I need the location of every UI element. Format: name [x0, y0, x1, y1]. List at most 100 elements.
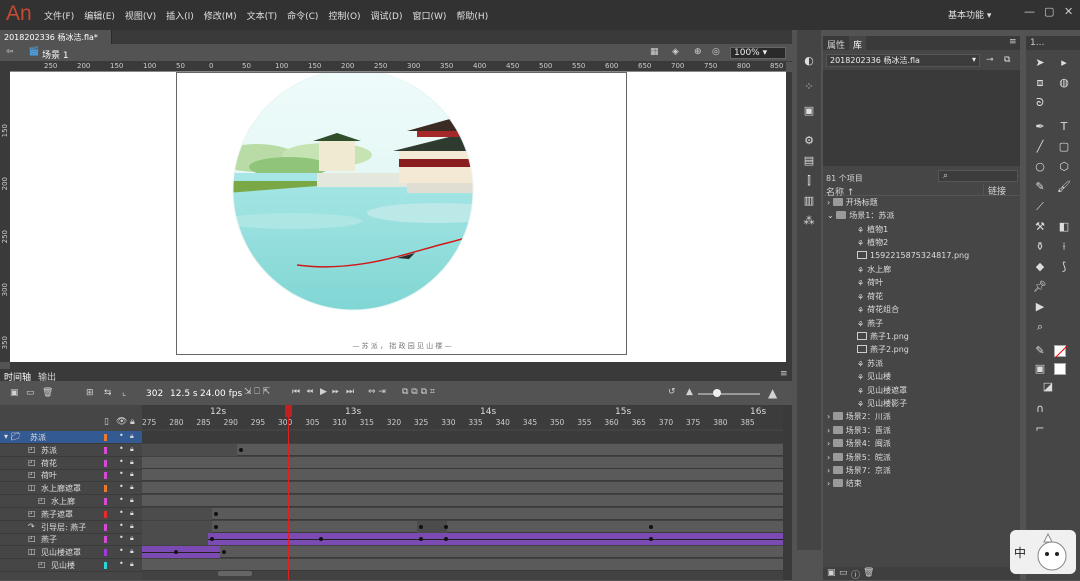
rotate-icon[interactable]: ◎: [712, 47, 720, 57]
library-item[interactable]: ⚘ 植物2: [857, 237, 888, 248]
library-item[interactable]: › 场景4：闽派: [827, 438, 891, 449]
keyframe[interactable]: [239, 447, 243, 452]
center-frame-icon[interactable]: ⇲ ⎕ ⇱: [244, 387, 270, 397]
expand-chevron-icon[interactable]: ›: [827, 426, 833, 435]
bone-tool-icon[interactable]: ⚒︎: [1032, 220, 1048, 234]
menu-item[interactable]: 帮助(H): [456, 9, 488, 22]
lock-icon[interactable]: 🔒︎: [130, 483, 134, 492]
tab-library[interactable]: 库: [849, 36, 867, 51]
layer-row[interactable]: ◫ 见山楼遮罩 • 🔒︎: [0, 546, 142, 560]
expand-chevron-icon[interactable]: ⌄: [827, 211, 836, 220]
fill-color-icon[interactable]: ▣: [1032, 362, 1048, 376]
selection-tool-icon[interactable]: ➤: [1032, 56, 1048, 70]
pin-icon[interactable]: ⊸: [986, 55, 994, 65]
pencil-tool-icon[interactable]: ✎: [1032, 180, 1048, 194]
motion-presets-icon[interactable]: ⚙︎: [801, 134, 817, 148]
width-tool-icon[interactable]: ⟆: [1056, 260, 1072, 274]
zoom-small-icon[interactable]: ▲: [686, 387, 693, 397]
visibility-dot[interactable]: •: [119, 431, 124, 440]
layer-color-swatch[interactable]: [104, 472, 107, 480]
visibility-dot[interactable]: •: [119, 482, 124, 491]
expand-chevron-icon[interactable]: ›: [827, 479, 833, 488]
layer-row[interactable]: ◫ 水上廊遮罩 • 🔒︎: [0, 482, 142, 496]
minimize-icon[interactable]: —: [1024, 5, 1035, 18]
frame-span[interactable]: [142, 533, 208, 546]
visibility-dot[interactable]: •: [119, 521, 124, 530]
camera-icon[interactable]: ⊞: [86, 388, 94, 398]
oval-tool-icon[interactable]: ○: [1032, 160, 1048, 174]
layer-name[interactable]: 见山楼: [51, 560, 75, 571]
expand-chevron-icon[interactable]: ›: [827, 198, 833, 207]
layer-color-swatch[interactable]: [104, 536, 107, 544]
prev-frame-icon[interactable]: ⏪︎: [306, 387, 313, 397]
menu-item[interactable]: 修改(M): [204, 9, 237, 22]
library-item[interactable]: ⌄ 场景1：苏派: [827, 210, 894, 221]
3d-rotation-icon[interactable]: ◍: [1056, 76, 1072, 90]
smooth-icon[interactable]: ⌐: [1032, 422, 1048, 436]
lock-icon[interactable]: 🔒︎: [130, 470, 134, 479]
layer-row[interactable]: ◰ 燕子遮罩 • 🔒︎: [0, 508, 142, 521]
transform-icon[interactable]: ⁂: [801, 214, 817, 228]
first-frame-icon[interactable]: ⏮: [292, 387, 300, 397]
frame-rate[interactable]: 24.00 fps: [200, 389, 242, 399]
menu-item[interactable]: 编辑(E): [84, 9, 115, 22]
lock-icon[interactable]: 🔒︎: [130, 496, 134, 505]
polystar-tool-icon[interactable]: ⬡: [1056, 160, 1072, 174]
frame-row[interactable]: [142, 495, 783, 507]
delete-layer-icon[interactable]: 🗑︎: [42, 388, 53, 398]
keyframe[interactable]: [444, 524, 448, 529]
symbol-icon[interactable]: ◈: [672, 47, 679, 57]
frame-zoom-slider[interactable]: [698, 393, 760, 395]
delete-lib-icon[interactable]: 🗑︎: [863, 568, 874, 578]
lock-icon[interactable]: 🔒︎: [130, 445, 134, 454]
info-icon[interactable]: ▥: [801, 194, 817, 208]
lock-icon[interactable]: 🔒︎: [130, 534, 134, 543]
lock-icon[interactable]: 🔒︎: [130, 560, 134, 569]
layer-row[interactable]: ↷ 引导层: 燕子 • 🔒︎: [0, 521, 142, 534]
text-tool-icon[interactable]: T: [1056, 120, 1072, 134]
subselection-tool-icon[interactable]: ▸: [1056, 56, 1072, 70]
zoom-select[interactable]: 100% ▾: [730, 47, 786, 59]
library-item[interactable]: › 场景2：川派: [827, 411, 891, 422]
layer-color-swatch[interactable]: [104, 485, 107, 493]
lock-icon[interactable]: 🔒︎: [130, 547, 134, 556]
library-menu-icon[interactable]: ≡: [1009, 37, 1017, 47]
library-document-select[interactable]: 2018202336 杨冰洁.fla ▾: [826, 54, 980, 67]
new-folder-icon[interactable]: ▭: [26, 388, 35, 398]
document-tab[interactable]: 2018202336 杨冰洁.fla* ×: [0, 30, 112, 52]
library-item[interactable]: ⚘ 水上廊: [857, 264, 891, 275]
layer-name[interactable]: 水上廊: [51, 496, 75, 507]
frame-row[interactable]: [142, 559, 783, 571]
play-icon[interactable]: ▶: [320, 387, 327, 397]
visibility-dot[interactable]: •: [119, 444, 124, 453]
keyframe[interactable]: [649, 524, 653, 529]
library-item[interactable]: 1592215875324817.png: [857, 250, 969, 260]
layer-name[interactable]: 水上廊遮罩: [41, 483, 81, 494]
menu-item[interactable]: 命令(C): [287, 9, 318, 22]
center-stage-icon[interactable]: ⊕: [694, 47, 702, 57]
keyframe[interactable]: [214, 511, 218, 516]
visibility-dot[interactable]: •: [119, 546, 124, 555]
pen-tool-icon[interactable]: ✒︎: [1032, 120, 1048, 134]
snap-icon[interactable]: ∩: [1032, 402, 1048, 416]
visibility-dot[interactable]: •: [119, 469, 124, 478]
layer-color-swatch[interactable]: [104, 510, 107, 518]
frame-zoom-thumb[interactable]: [713, 389, 721, 397]
layer-name[interactable]: 引导层: 燕子: [41, 522, 86, 533]
swap-colors-icon[interactable]: ◪: [1040, 380, 1056, 394]
next-frame-icon[interactable]: ⏩︎: [332, 387, 339, 397]
library-item[interactable]: › 结束: [827, 478, 862, 489]
lock-icon[interactable]: 🔒︎: [130, 458, 134, 467]
lock-icon[interactable]: 🔒︎: [130, 432, 134, 441]
ink-bottle-icon[interactable]: ⚱︎: [1032, 240, 1048, 254]
library-panel-icon[interactable]: ▣: [801, 104, 817, 118]
library-item[interactable]: › 场景5：皖派: [827, 452, 891, 463]
layer-name[interactable]: 荷叶: [41, 470, 57, 481]
stage[interactable]: — 苏 派 ， 拙 政 园 见 山 楼 —: [176, 69, 627, 355]
menu-item[interactable]: 文件(F): [44, 9, 74, 22]
layer-color-swatch[interactable]: [104, 549, 107, 557]
lock-all-icon[interactable]: 🔒︎: [130, 417, 135, 427]
expand-chevron-icon[interactable]: ›: [827, 412, 833, 421]
parent-view-icon[interactable]: ⇆: [104, 388, 112, 398]
library-item[interactable]: ⚘ 燕子: [857, 318, 883, 329]
